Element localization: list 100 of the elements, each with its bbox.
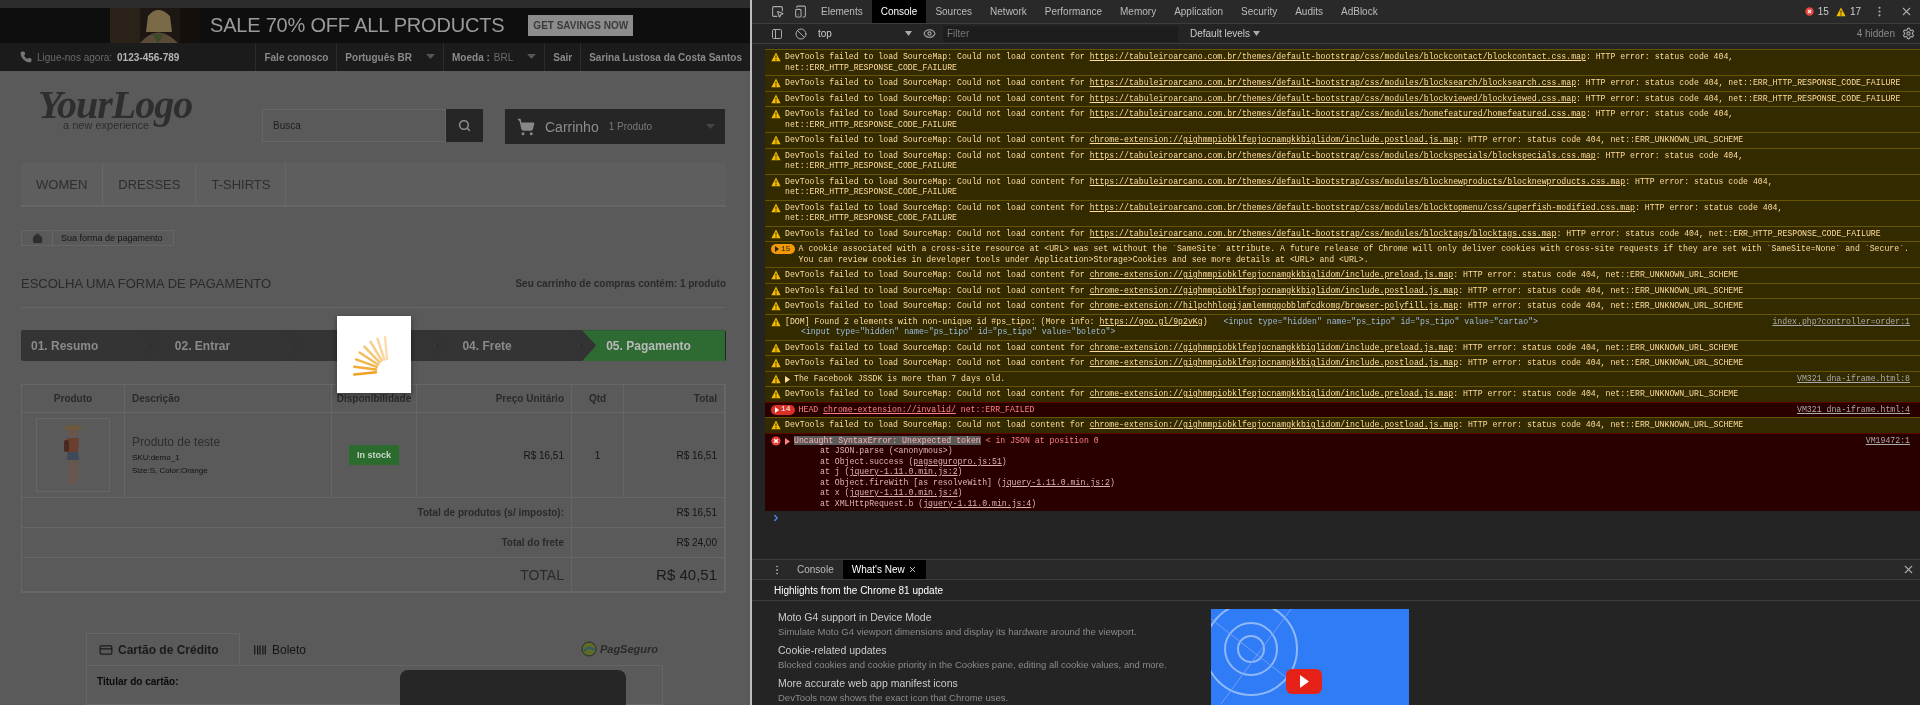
message-text: The Facebook JSSDK is more than 7 days old. (794, 373, 1006, 383)
source-map-link[interactable]: chrome-extension://gighmmpiobklfepjocnamgkkbiglidom/include.preload.js.map (1089, 389, 1454, 398)
devtools-tab[interactable]: Performance (1035, 0, 1111, 23)
warning-icon (771, 202, 781, 213)
message-text: DevTools failed to load SourceMap: Could not load content for https://tabuleiroarcano.com.br/themes/default-bootstrap/css/modules/blocktags/blocktags.css.map: HTTP error: status code 404, net::ERR_HTTP_RESPONSE_CODE_FAILURE (785, 228, 1881, 238)
levels-dropdown[interactable]: Default levels (1184, 27, 1267, 40)
source-link[interactable]: VM321 dna-iframe.html:8 (1797, 373, 1910, 384)
stack-line: at JSON.parse (<anonymous>) (819, 446, 954, 457)
warning-icon (771, 270, 781, 280)
source-map-link[interactable]: chrome-extension://invalid/ (823, 404, 956, 414)
source-link[interactable]: VM19472:1 (1865, 435, 1910, 446)
code-snippet[interactable]: <input type="hidden" name="ps_tipo" id="ps_tipo" value="boleto"> (801, 327, 1759, 338)
message-text: DevTools failed to load SourceMap: Could not load content for chrome-extension://gighmmpiobklfepjocnamgkkbiglidom/include.postload.js.map: HTTP error: status code 404, net::ERR_UNKNOWN_URL_SCHEME (785, 135, 1744, 144)
search-icon (458, 119, 471, 132)
source-map-link[interactable]: chrome-extension://gighmmpiobklfepjocnamgkkbiglidom/include.postload.js.map (1089, 358, 1459, 367)
code-snippet[interactable]: <input type="hidden" name="ps_tipo" id="ps_tipo" value="cartao"> (1223, 316, 1538, 326)
message-text: DevTools failed to load SourceMap: Could not load content for chrome-extension://gighmmpiobklfepjocnamgkkbiglidom/include.preload.js.map: HTTP error: status code 404, net::ERR_UNKNOWN_URL_SCHEME (785, 389, 1739, 398)
search-button[interactable] (446, 109, 483, 142)
source-map-link[interactable]: https://goo.gl/9p2vKg (1099, 316, 1203, 326)
source-map-link[interactable]: chrome-extension://gighmmpiobklfepjocnamgkkbiglidom/include.postload.js.map (1089, 420, 1459, 429)
source-map-link[interactable]: https://tabuleiroarcano.com.br/themes/default-bootstrap/css/modules/blocktopmenu/css/superfish-modified.css.map (1089, 202, 1635, 212)
message-text: DevTools failed to load SourceMap: Could not load content for chrome-extension://gighmmpiobklfepjocnamgkkbiglidom/include.postload.js.map: HTTP error: status code 404, net::ERR_UNKNOWN_URL_SCHEME (785, 420, 1744, 429)
source-link[interactable]: VM321 dna-iframe.html:4 (1797, 404, 1910, 415)
error-count: 15 (1817, 6, 1829, 17)
message-text: A cookie associated with a cross-site resource at <URL> was set without the `SameSite` attribute. A future release of Chrome will only deliver cookies with cross-site requests if they are set with `SameSite=None` and `Secure`. You can review cookies in developer tools under Application>Storage>Cookies and see more details at <URL> and <URL>. (798, 244, 1910, 264)
nav-link[interactable]: Fale conosco (255, 43, 337, 71)
prompt-icon (771, 513, 781, 523)
message-text: [DOM] Found 2 elements with non-unique id #ps_tipo: (More info: https://goo.gl/9p2vKg) (785, 316, 1208, 326)
devtools-tab[interactable]: Sources (926, 0, 982, 23)
devtools-tab[interactable]: Application (1165, 0, 1233, 23)
context-select[interactable]: top (814, 28, 916, 39)
message-text: DevTools failed to load SourceMap: Could not load content for https://tabuleiroarcano.com.br/themes/default-bootstrap/css/modules/blocktopmenu/css/superfish-modified.css.map: HTTP error: status code 404, net::ERR_HTTP_RESPONSE_CODE_FAILURE (785, 202, 1784, 222)
count-badge: 15 (771, 244, 795, 254)
source-map-link[interactable]: https://tabuleiroarcano.com.br/themes/default-bootstrap/css/modules/blockspecials/blockspecials.css.map (1089, 150, 1596, 160)
nav-dropdown[interactable]: Moeda : BRL (443, 43, 545, 71)
warning-icon (771, 176, 781, 187)
feature-title[interactable]: Moto G4 support in Device Mode (778, 611, 1211, 624)
stack-line: at j (jquery-1.11.0.min.js:2) (819, 467, 964, 478)
field-label: Titular do cartão: (97, 676, 180, 687)
search-field[interactable]: Busca (262, 109, 446, 142)
message-text: DevTools failed to load SourceMap: Could not load content for https://tabuleiroarcano.com.br/themes/default-bootstrap/css/modules/homefeatured/homefeatured.css.map: HTTP error: status code 404, net::ERR_HTTP_RESPONSE_CODE_FAILURE (785, 109, 1735, 129)
source-map-link[interactable]: https://tabuleiroarcano.com.br/themes/default-bootstrap/css/modules/blockcontact/blockcontact.css.map (1089, 52, 1586, 61)
devtools-tab[interactable]: Elements (812, 0, 872, 23)
source-map-link[interactable]: https://tabuleiroarcano.com.br/themes/default-bootstrap/css/modules/blocknewproducts/blocknewproducts.css.map (1089, 176, 1626, 186)
checkout-step[interactable]: 01. Resumo (21, 330, 151, 361)
devtools-tab[interactable]: Audits (1286, 0, 1332, 23)
feature-title[interactable]: Cookie-related updates (778, 644, 1211, 657)
stack-link[interactable]: jquery-1.11.0.min.js:4 (923, 498, 1032, 508)
total-value: R$ 16,51 (676, 507, 717, 518)
source-map-link[interactable]: chrome-extension://gighmmpiobklfepjocnamgkkbiglidom/include.postload.js.map (1089, 285, 1459, 295)
close-icon[interactable] (907, 565, 917, 574)
source-map-link[interactable]: https://tabuleiroarcano.com.br/themes/default-bootstrap/css/modules/homefeatured/homefeatured.css.map (1089, 109, 1586, 118)
drawer-tab[interactable]: What's New (842, 560, 926, 579)
devtools-tab[interactable]: AdBlock (1332, 0, 1387, 23)
error-icon (771, 435, 781, 446)
caret-icon (706, 123, 715, 130)
unit-price: R$ 16,51 (523, 449, 564, 461)
stack-link[interactable]: jquery-1.11.0.min.js:2 (849, 467, 958, 476)
devtools-tab[interactable]: Security (1232, 0, 1287, 23)
drawer-tab[interactable]: Console (788, 560, 843, 579)
nav-link[interactable]: Sair (544, 43, 581, 71)
warning-icon (771, 358, 781, 368)
stack-line: at Object.success (pagseguropro.js:51) (819, 456, 1008, 467)
source-map-link[interactable]: https://tabuleiroarcano.com.br/themes/default-bootstrap/css/modules/blocktags/blocktags.css.map (1089, 228, 1557, 238)
message-text: DevTools failed to load SourceMap: Could not load content for chrome-extension://gighmmpiobklfepjocnamgkkbiglidom/include.postload.js.map: HTTP error: status code 404, net::ERR_UNKNOWN_URL_SCHEME (785, 285, 1744, 295)
stack-link[interactable]: jquery-1.11.0.min.js:4 (849, 488, 958, 497)
stack-line: at Object.fireWith [as resolveWith] (jquery-1.11.0.min.js:2) (819, 477, 1116, 488)
source-map-link[interactable]: chrome-extension://gighmmpiobklfepjocnamgkkbiglidom/include.postload.js.map (1089, 135, 1459, 144)
message-text: DevTools failed to load SourceMap: Could not load content for chrome-extension://gighmmpiobklfepjocnamgkkbiglidom/include.postload.js.map: HTTP error: status code 404, net::ERR_UNKNOWN_URL_SCHEME (785, 358, 1744, 367)
brand-logo-icon (580, 641, 597, 657)
stack-link[interactable]: jquery-1.11.0.min.js:2 (1001, 477, 1110, 487)
warning-icon (771, 301, 781, 311)
source-map-link[interactable]: chrome-extension://gighmmpiobklfepjocnamgkkbiglidom/include.preload.js.map (1089, 342, 1454, 352)
quantity: 1 (594, 449, 601, 461)
warning-icon (1835, 6, 1846, 17)
devtools-tab[interactable]: Console (871, 0, 927, 23)
error-icon (1804, 7, 1814, 16)
source-link[interactable]: index.php?controller=order:1 (1772, 316, 1910, 327)
warning-icon (771, 420, 781, 430)
feature-description: DevTools now shows the exact icon that Chrome uses. (778, 691, 1010, 704)
source-map-link[interactable]: chrome-extension://hilpchhlogijamlemmggobblmfcdkomg/browser-polyfill.js.map (1089, 301, 1459, 310)
nav-dropdown[interactable]: Português BR (336, 43, 444, 71)
feature-title[interactable]: More accurate web app manifest icons (778, 677, 1211, 690)
phone-label: Ligue-nos agora: (37, 51, 113, 63)
devtools-tab[interactable]: Network (981, 0, 1036, 23)
expand-arrow-icon (785, 375, 790, 383)
caret-icon (426, 54, 436, 60)
cart-icon (517, 117, 535, 136)
source-map-link[interactable]: chrome-extension://gighmmpiobklfepjocnamgkkbiglidom/include.preload.js.map (1089, 270, 1454, 279)
filter-field[interactable]: Filter (943, 25, 1178, 42)
feature-description: Blocked cookies and cookie priority in the Cookies pane, editing all cookie values, and more. (778, 658, 1168, 671)
message-text: DevTools failed to load SourceMap: Could not load content for https://tabuleiroarcano.com.br/themes/default-bootstrap/css/modules/blocksearch/blocksearch.css.map: HTTP error: status code 404, net::ERR_HTTP_RESPONSE_CODE_FAILURE (785, 78, 1901, 87)
message-text: DevTools failed to load SourceMap: Could not load content for chrome-extension://gighmmpiobklfepjocnamgkkbiglidom/include.preload.js.map: HTTP error: status code 404, net::ERR_UNKNOWN_URL_SCHEME (785, 342, 1739, 352)
cart-button[interactable]: Carrinho 1 Produto (505, 109, 725, 144)
total-value: R$ 24,00 (676, 537, 717, 548)
phone-number: 0123-456-789 (117, 51, 180, 63)
stack-link[interactable]: pagseguropro.js:51 (913, 456, 1002, 466)
devtools-tab[interactable]: Memory (1111, 0, 1166, 23)
caret-icon (905, 31, 912, 36)
barcode-icon (253, 642, 267, 657)
